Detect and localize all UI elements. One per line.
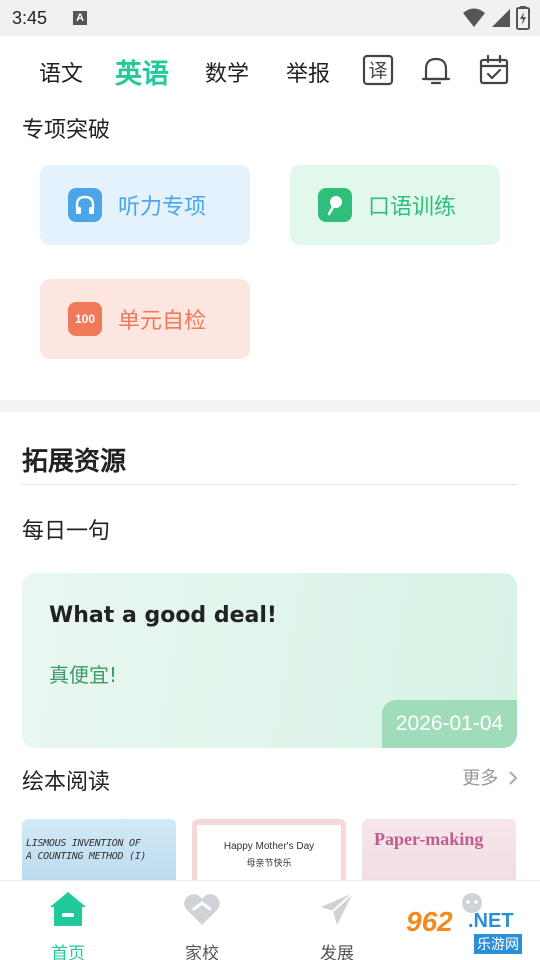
subject-tabs: 语文 英语 数学 举报 译 xyxy=(0,36,540,104)
book-2-line-1: Happy Mother's Day xyxy=(223,841,315,852)
title-underline xyxy=(22,484,518,485)
score-100-icon: 100 xyxy=(68,302,102,336)
daily-sentence-title: 每日一句 xyxy=(22,519,111,544)
speaking-label: 口语训练 xyxy=(368,195,457,220)
more-link[interactable]: 更多 xyxy=(462,764,518,790)
daily-sentence-english: What a good deal! xyxy=(49,603,277,628)
book-3-title: Paper-making xyxy=(374,829,484,849)
speaking-card[interactable]: 口语训练 xyxy=(290,165,500,245)
home-icon xyxy=(50,892,86,926)
battery-icon xyxy=(516,6,530,30)
bell-icon[interactable] xyxy=(420,54,452,86)
status-icons xyxy=(462,6,530,30)
chevron-right-icon xyxy=(509,771,518,785)
wifi-icon xyxy=(463,8,485,27)
tab-english[interactable]: 英语 xyxy=(115,52,169,91)
picture-book-3[interactable]: Paper-making xyxy=(362,819,516,881)
book-1-line-2: A COUNTING METHOD (I) xyxy=(26,851,147,862)
translate-icon[interactable]: 译 xyxy=(362,54,394,86)
tab-math[interactable]: 数学 xyxy=(205,56,249,88)
status-time: 3:45 xyxy=(12,7,48,28)
nav-home-school[interactable]: 家校 xyxy=(162,889,242,960)
status-bar: 3:45 A xyxy=(0,0,540,36)
tab-report[interactable]: 举报 xyxy=(286,56,330,88)
listening-label: 听力专项 xyxy=(118,195,207,220)
nav-development-label: 发展 xyxy=(320,944,354,960)
calendar-check-icon[interactable] xyxy=(478,54,510,86)
daily-sentence-date: 2026-01-04 xyxy=(382,700,517,748)
signal-icon xyxy=(492,9,510,27)
watermark-chinese: 乐游网 xyxy=(474,934,522,954)
watermark-logo: 962 .NET 乐游网 xyxy=(398,906,534,956)
special-practice-title: 专项突破 xyxy=(22,118,111,143)
daily-sentence-card[interactable]: What a good deal! 真便宜! 2026-01-04 xyxy=(22,573,517,748)
score-100-text: 100 xyxy=(74,312,96,326)
listening-card[interactable]: 听力专项 xyxy=(40,165,250,245)
book-2-line-2: 母亲节快乐 xyxy=(246,859,292,869)
nav-home-label: 首页 xyxy=(51,944,85,960)
watermark-suffix: .NET xyxy=(468,910,514,932)
nav-development[interactable]: 发展 xyxy=(297,889,377,960)
picture-books-title: 绘本阅读 xyxy=(22,770,111,795)
heart-hands-icon xyxy=(184,894,220,925)
translate-glyph: 译 xyxy=(368,60,387,82)
daily-sentence-chinese: 真便宜! xyxy=(49,663,118,687)
paper-plane-icon xyxy=(321,892,354,925)
microphone-icon xyxy=(318,188,352,222)
headphones-icon xyxy=(68,188,102,222)
more-label: 更多 xyxy=(462,768,499,789)
tab-chinese[interactable]: 语文 xyxy=(39,56,83,88)
extended-resources-title: 拓展资源 xyxy=(22,447,127,477)
nav-home[interactable]: 首页 xyxy=(28,889,108,960)
nav-home-school-label: 家校 xyxy=(185,944,219,960)
watermark-number: 962 xyxy=(406,906,453,937)
picture-book-2[interactable]: Happy Mother's Day 母亲节快乐 xyxy=(192,819,346,881)
notification-a-icon: A xyxy=(73,11,88,25)
unit-check-card[interactable]: 100 单元自检 xyxy=(40,279,250,359)
book-2-cover: Happy Mother's Day 母亲节快乐 xyxy=(197,825,341,881)
picture-book-1[interactable]: LISMOUS INVENTION OF A COUNTING METHOD (… xyxy=(22,819,176,881)
book-1-title: LISMOUS INVENTION OF A COUNTING METHOD (… xyxy=(26,837,146,863)
unit-check-label: 单元自检 xyxy=(118,309,207,334)
book-1-line-1: LISMOUS INVENTION OF xyxy=(26,838,141,849)
section-divider xyxy=(0,400,540,412)
